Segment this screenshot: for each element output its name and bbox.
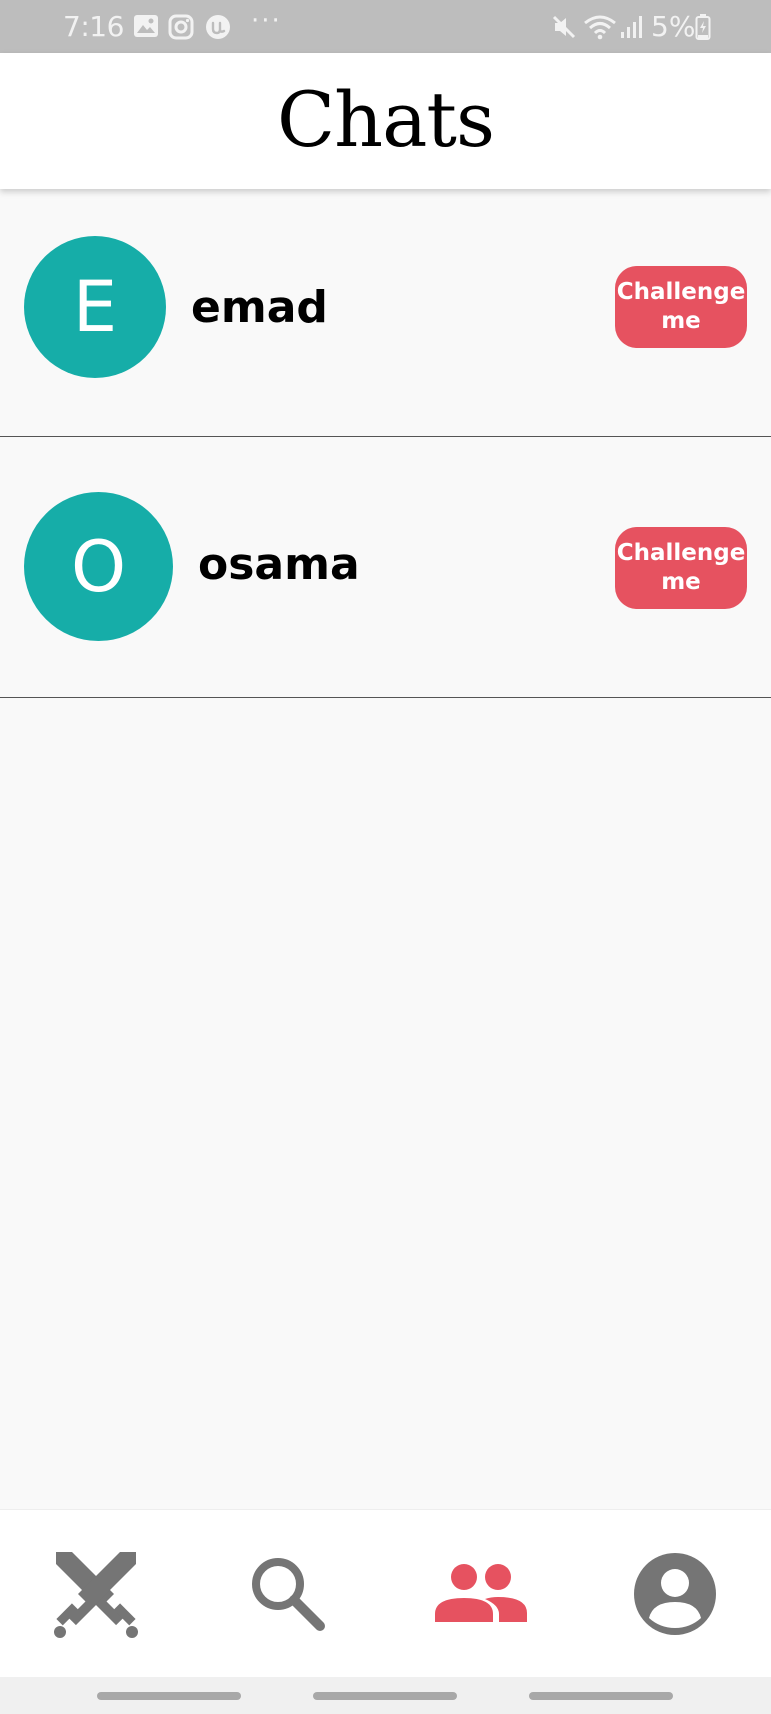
nav-item-chats[interactable] [385, 1510, 577, 1678]
avatar-initial: E [72, 266, 118, 348]
crossed-swords-icon [54, 1552, 138, 1638]
chat-row[interactable]: O osama Challenge me [0, 437, 771, 698]
search-icon [252, 1558, 325, 1631]
status-time: 7:16 [63, 10, 124, 43]
nav-item-profile[interactable] [579, 1510, 771, 1678]
status-bar: 7:16 ··· 5% [0, 0, 771, 53]
system-nav-home[interactable] [313, 1692, 457, 1700]
gallery-icon [134, 15, 158, 37]
system-nav-back[interactable] [97, 1692, 241, 1700]
avatar: E [24, 236, 166, 378]
system-nav-bar [0, 1677, 771, 1714]
challenge-button[interactable]: Challenge me [615, 527, 747, 609]
chat-name: emad [191, 282, 328, 333]
instagram-icon [168, 14, 194, 40]
nav-item-search[interactable] [192, 1510, 384, 1678]
people-icon [435, 1564, 527, 1622]
app-notification-icon [206, 15, 230, 39]
signal-icon [621, 16, 642, 38]
app-header: Chats [0, 53, 771, 189]
nav-item-battle[interactable] [0, 1510, 192, 1678]
bottom-nav [0, 1509, 771, 1678]
avatar: O [24, 492, 173, 641]
status-overflow: ··· [251, 6, 282, 36]
chat-row[interactable]: E emad Challenge me [0, 189, 771, 437]
page-title: Chats [277, 75, 495, 164]
chat-name: osama [198, 539, 360, 590]
system-nav-recents[interactable] [529, 1692, 673, 1700]
challenge-button[interactable]: Challenge me [615, 266, 747, 348]
battery-percent: 5% [651, 10, 696, 43]
mute-icon [552, 15, 576, 39]
chat-list: E emad Challenge me O osama Challenge me [0, 189, 771, 698]
battery-icon [695, 14, 711, 40]
wifi-icon [584, 15, 616, 40]
account-circle-icon [634, 1553, 716, 1635]
avatar-initial: O [70, 525, 127, 608]
